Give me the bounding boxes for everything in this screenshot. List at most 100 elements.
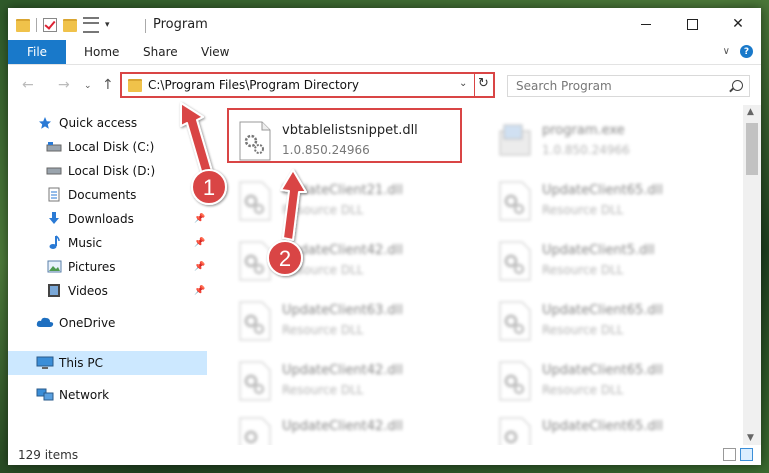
new-folder-icon[interactable] [63,18,77,32]
network-icon [36,388,54,401]
close-button[interactable]: ✕ [715,8,761,40]
file-item[interactable]: UpdateClient65.dll Resource DLL [498,297,728,343]
forward-button[interactable]: → [58,77,70,93]
item-count: 129 items [18,448,79,462]
vertical-scrollbar[interactable]: ▲ ▼ [743,105,761,445]
computer-icon [36,356,54,369]
sidebar-item-this-pc[interactable]: This PC [8,351,207,375]
ribbon-controls: ∨ ? [723,45,753,58]
pictures-icon [47,260,62,273]
pin-icon[interactable]: 📌 [194,190,205,200]
star-icon [39,117,51,129]
title-divider [145,19,146,33]
dll-file-icon [499,361,531,401]
search-box[interactable]: Search Program [507,75,750,97]
sidebar-item-label: Local Disk (D:) [68,164,156,178]
file-name: UpdateClient21.dll [282,183,403,198]
sidebar-item-onedrive[interactable]: OneDrive [8,311,207,335]
file-type: Resource DLL [542,323,624,337]
search-icon[interactable] [732,80,743,91]
folder-icon [16,18,30,32]
file-type: Resource DLL [282,203,364,217]
sidebar-item-music[interactable]: Music 📌 [8,231,207,255]
file-name: UpdateClient65.dll [542,419,663,434]
pin-icon[interactable]: 📌 [194,214,205,224]
exe-file-icon [499,124,531,156]
scroll-up-arrow-icon[interactable]: ▲ [747,107,754,117]
scrollbar-thumb[interactable] [746,123,758,175]
sidebar-item-label: Music [68,236,103,250]
sidebar-item-quick-access[interactable]: Quick access [8,111,207,135]
file-item-program-exe[interactable]: program.exe 1.0.850.24966 [498,117,728,163]
maximize-button[interactable] [669,8,715,40]
status-bar: 129 items [8,445,761,465]
sidebar-item-label: This PC [59,356,103,370]
sidebar-item-label: Quick access [59,116,138,130]
toolbar-divider [36,18,37,32]
cloud-icon [36,317,54,327]
file-name: UpdateClient42.dll [282,363,403,378]
sidebar-item-label: Videos [68,284,108,298]
details-view-icon[interactable] [723,448,736,461]
drive-icon [46,167,62,175]
sidebar-item-local-disk-d[interactable]: Local Disk (D:) [8,159,207,183]
dll-file-icon [499,241,531,281]
dll-file-icon [239,241,271,281]
sidebar-item-label: Network [59,388,110,402]
file-item[interactable]: UpdateClient5.dll Resource DLL [498,237,728,283]
minimize-icon [641,23,651,25]
sidebar-item-videos[interactable]: Videos 📌 [8,279,207,303]
pin-icon[interactable]: 📌 [194,238,205,248]
properties-check-icon[interactable] [43,18,57,32]
file-name: UpdateClient42.dll [282,419,403,434]
view-buttons [723,448,753,461]
address-bar[interactable]: C:\Program Files\Program Directory ⌄ ↻ [120,72,495,98]
tab-file[interactable]: File [8,40,66,64]
minimize-button[interactable] [623,8,669,40]
expand-ribbon-chevron-icon[interactable]: ∨ [723,46,730,57]
scroll-down-arrow-icon[interactable]: ▼ [747,433,754,443]
sidebar-item-label: Downloads [68,212,134,226]
up-button[interactable]: ↑ [102,77,114,93]
tab-share[interactable]: Share [143,40,178,64]
title-bar: ▾ Program ✕ [8,8,761,40]
file-item[interactable]: UpdateClient65.dll Resource DLL [498,177,728,223]
properties-icon[interactable] [83,17,99,33]
file-name: program.exe [542,123,625,138]
navigation-pane: Quick access Local Disk (C:) Local Disk … [8,105,208,445]
dll-file-icon [499,181,531,221]
ribbon-tabs: File Home Share View ∨ ? [8,40,761,65]
address-path[interactable]: C:\Program Files\Program Directory [148,78,359,92]
file-item[interactable]: UpdateClient65.dll Resource DLL [498,357,728,403]
tab-home[interactable]: Home [84,40,119,64]
file-item[interactable]: UpdateClient42.dll Resource DLL [238,237,468,283]
pin-icon[interactable]: 📌 [194,286,205,296]
file-item[interactable]: UpdateClient21.dll Resource DLL [238,177,468,223]
back-button[interactable]: ← [22,77,34,93]
sidebar-item-local-disk-c[interactable]: Local Disk (C:) [8,135,207,159]
address-history-chevron-icon[interactable]: ⌄ [459,78,467,89]
file-type: Resource DLL [542,383,624,397]
customize-toolbar-chevron-icon[interactable]: ▾ [105,20,110,30]
videos-icon [48,284,60,297]
address-divider [474,74,475,96]
large-icons-view-icon[interactable] [740,448,753,461]
navigation-bar: ← → ⌄ ↑ C:\Program Files\Program Directo… [8,65,761,105]
sidebar-item-downloads[interactable]: Downloads 📌 [8,207,207,231]
dll-file-icon [239,301,271,341]
tab-view[interactable]: View [201,40,229,64]
file-item[interactable]: UpdateClient42.dll Resource DLL [238,357,468,403]
recent-locations-chevron-icon[interactable]: ⌄ [84,81,92,91]
search-input[interactable]: Search Program [516,79,612,93]
help-icon[interactable]: ? [740,45,753,58]
dll-file-icon [239,181,271,221]
file-name: UpdateClient65.dll [542,183,663,198]
sidebar-item-network[interactable]: Network [8,383,207,407]
sidebar-item-label: OneDrive [59,316,116,330]
sidebar-item-documents[interactable]: Documents 📌 [8,183,207,207]
file-item[interactable]: UpdateClient63.dll Resource DLL [238,297,468,343]
file-name: UpdateClient42.dll [282,243,403,258]
pin-icon[interactable]: 📌 [194,262,205,272]
sidebar-item-pictures[interactable]: Pictures 📌 [8,255,207,279]
refresh-icon[interactable]: ↻ [478,76,489,91]
